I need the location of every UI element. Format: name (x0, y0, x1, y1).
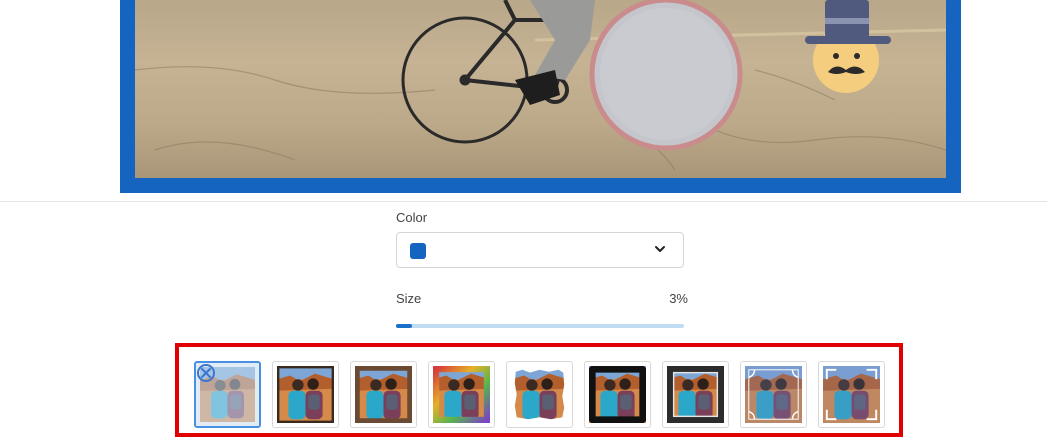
frame-ornament-thumb[interactable] (740, 361, 807, 428)
size-label: Size (396, 291, 422, 306)
frame-corners-thumb[interactable] (818, 361, 885, 428)
frame-thumb-image (589, 366, 646, 423)
color-label: Color (396, 210, 428, 225)
chevron-down-icon (655, 246, 665, 252)
frame-dark-gray-thumb[interactable] (662, 361, 729, 428)
frames-strip (175, 343, 903, 437)
frame-thumb-image (823, 366, 880, 423)
circle-sticker-icon (589, 0, 743, 151)
frame-thumb-image (745, 366, 802, 423)
color-swatch (410, 243, 426, 259)
frame-torn-white-thumb[interactable] (506, 361, 573, 428)
frame-white-thin-thumb[interactable] (272, 361, 339, 428)
frame-black-vignette-thumb[interactable] (584, 361, 651, 428)
photo-canvas[interactable] (120, 0, 961, 193)
size-slider[interactable] (396, 324, 684, 328)
frame-thumb-image (355, 366, 412, 423)
frame-thumb-image (433, 366, 490, 423)
size-value: 3% (669, 291, 688, 306)
frame-brown-thumb[interactable] (350, 361, 417, 428)
size-slider-fill (396, 324, 412, 328)
color-select[interactable] (396, 232, 684, 268)
frame-thumb-image (277, 366, 334, 423)
photo-image (135, 0, 946, 178)
no-frame-icon (197, 364, 215, 382)
section-divider (0, 201, 1047, 202)
frame-thumb-image (667, 366, 724, 423)
hat-mustache-sticker-icon (805, 0, 891, 93)
frame-rainbow-thumb[interactable] (428, 361, 495, 428)
frame-thumb-image (511, 366, 568, 423)
frame-none-thumb[interactable] (194, 361, 261, 428)
